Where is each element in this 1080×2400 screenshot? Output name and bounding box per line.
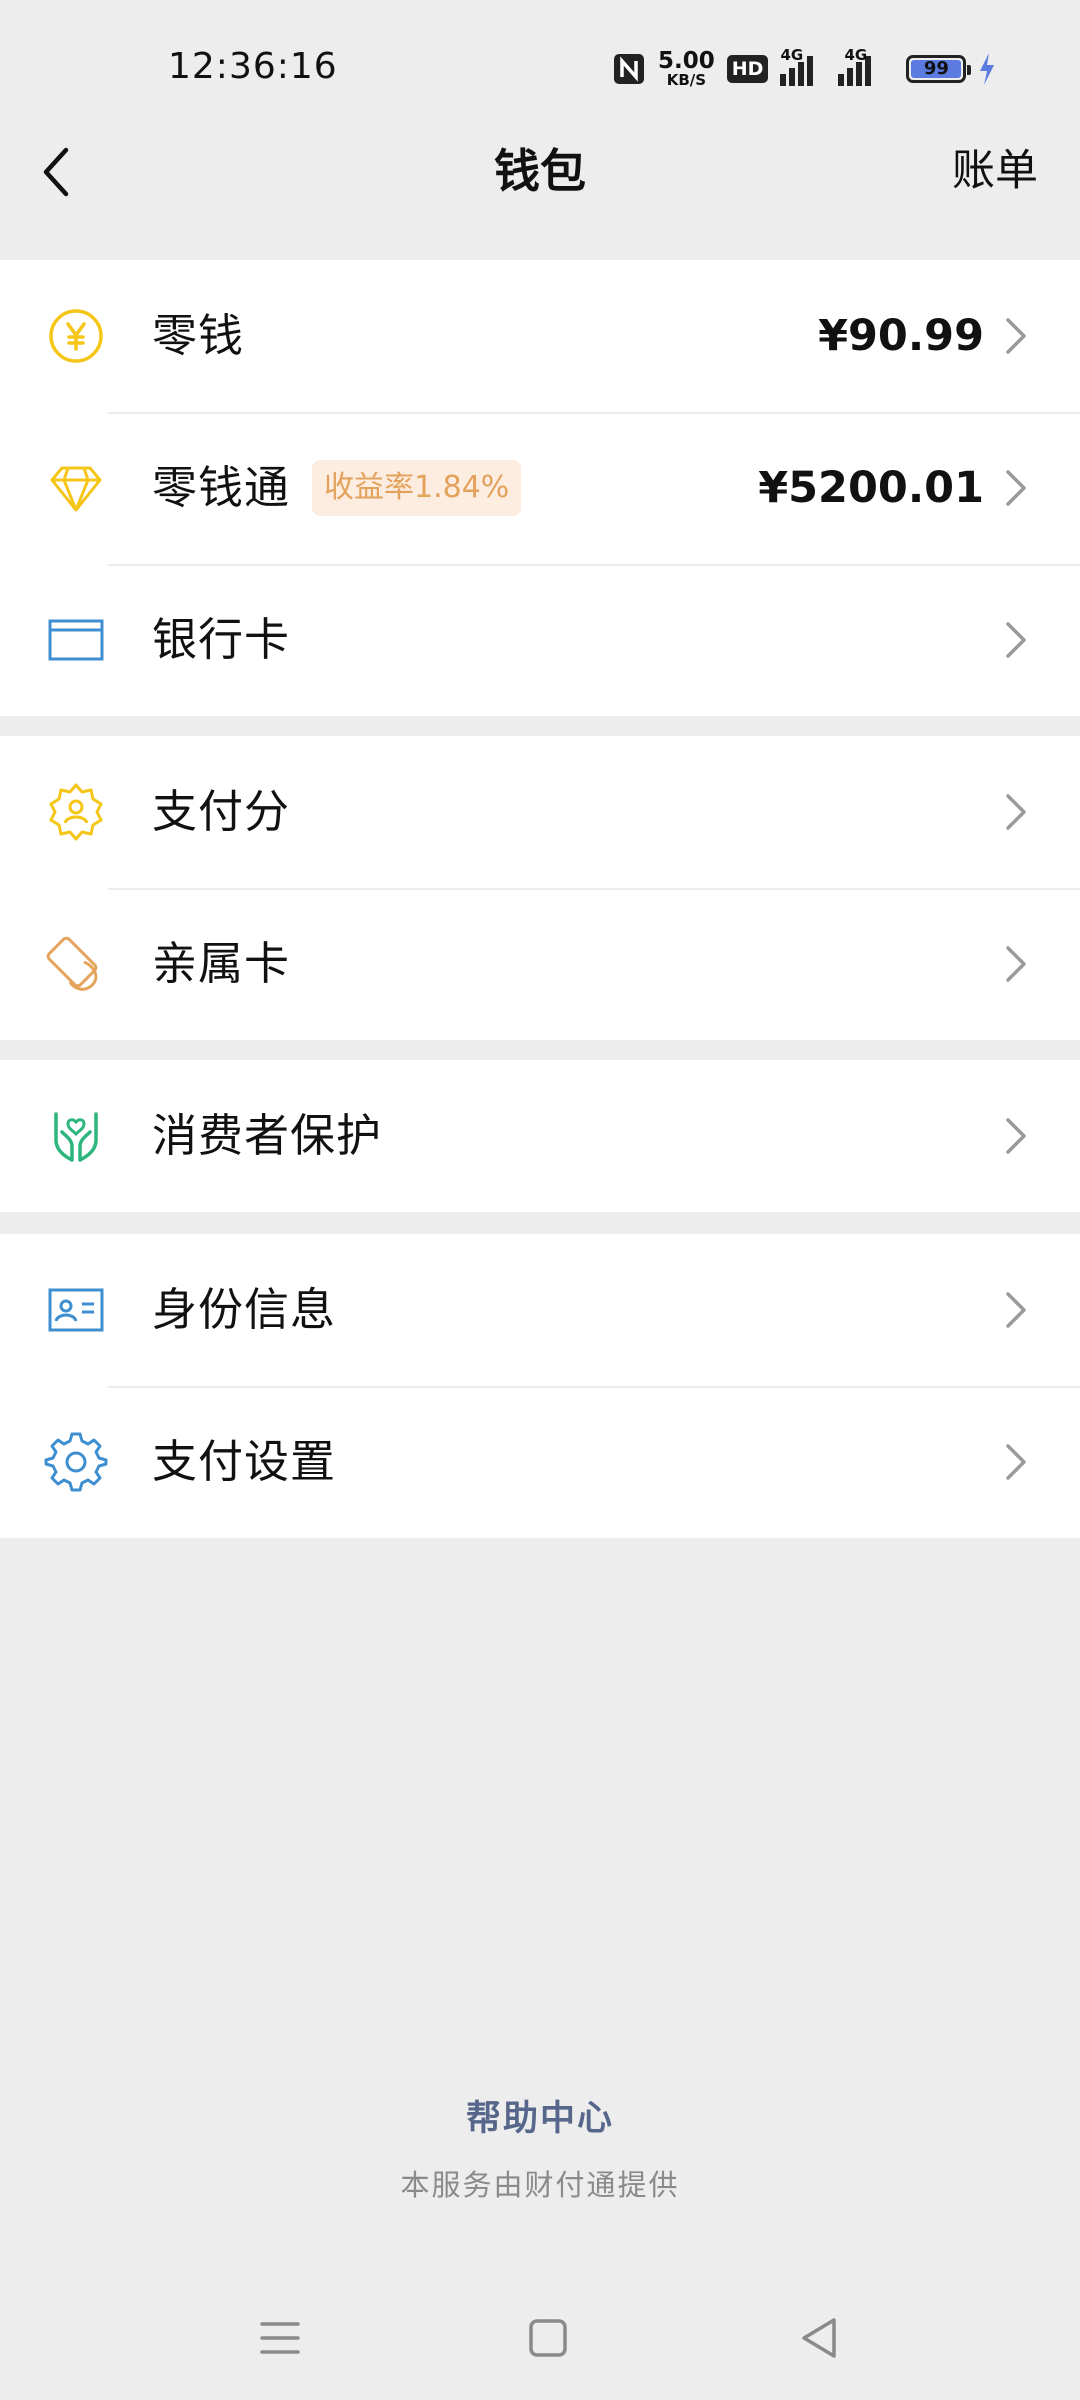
hd-badge: HD: [726, 55, 769, 83]
chevron-right-icon: [1006, 1118, 1026, 1154]
status-icons: 5.00 KB/S HD 4G 4G 99: [612, 44, 996, 94]
menu-icon[interactable]: [256, 2314, 304, 2362]
bill-button[interactable]: 账单: [952, 142, 1038, 200]
settings-group: 身份信息 支付设置: [0, 1234, 1080, 1538]
list-item-change[interactable]: 零钱 ¥90.99: [0, 260, 1080, 412]
chevron-right-icon: [1006, 794, 1026, 830]
list-item-family-card[interactable]: 亲属卡: [0, 888, 1080, 1040]
nfc-icon: [614, 54, 644, 84]
list-item-label: 支付设置: [152, 1435, 337, 1488]
status-time: 12:36:16: [168, 46, 338, 87]
battery-icon: 99: [906, 55, 972, 83]
bank-card-icon: [48, 619, 104, 661]
list-item-consumer-protection[interactable]: 消费者保护: [0, 1060, 1080, 1212]
chevron-right-icon: [1006, 470, 1026, 506]
balance-amount: ¥5200.01: [758, 463, 984, 513]
yield-rate-badge: 收益率1.84%: [312, 460, 522, 516]
list-item-label: 零钱: [152, 309, 245, 362]
protection-group: 消费者保护: [0, 1060, 1080, 1212]
help-center-link[interactable]: 帮助中心: [0, 2090, 1080, 2141]
family-card-icon: [46, 936, 98, 991]
status-bar: 12:36:16 5.00 KB/S HD 4G 4G 99: [0, 0, 1080, 140]
list-item-label: 身份信息: [152, 1283, 337, 1336]
chevron-right-icon: [1006, 622, 1026, 658]
chevron-right-icon: [1006, 1292, 1026, 1328]
id-card-icon: [48, 1288, 104, 1332]
credit-score-icon: [49, 783, 103, 841]
list-item-lqt[interactable]: 零钱通 收益率1.84% ¥5200.01: [0, 412, 1080, 564]
list-item-label: 支付分: [152, 785, 291, 838]
services-group: 支付分 亲属卡: [0, 736, 1080, 1040]
balance-amount: ¥90.99: [818, 311, 984, 361]
list-item-label: 银行卡: [152, 613, 291, 666]
chevron-right-icon: [1006, 1444, 1026, 1480]
charging-icon: [980, 53, 995, 85]
hands-protect-icon: [54, 1112, 98, 1162]
list-item-payment-settings[interactable]: 支付设置: [0, 1386, 1080, 1538]
chevron-right-icon: [1006, 946, 1026, 982]
network-speed: 5.00 KB/S: [658, 48, 715, 89]
signal-icon-1: 4G: [780, 46, 826, 86]
list-item-label: 零钱通: [152, 461, 291, 514]
diamond-icon: [50, 466, 102, 512]
list-item-label: 亲属卡: [152, 937, 291, 990]
provider-text: 本服务由财付通提供: [400, 2168, 680, 2202]
list-item-bank-card[interactable]: 银行卡: [0, 564, 1080, 716]
signal-icon-2: 4G: [838, 46, 894, 86]
chevron-right-icon: [1006, 318, 1026, 354]
list-item-label: 消费者保护: [152, 1109, 383, 1162]
wallet-group: 零钱 ¥90.99 零钱通 收益率1.84% ¥5200.01 银行卡: [0, 260, 1080, 716]
home-icon[interactable]: [524, 2314, 572, 2362]
list-item-identity[interactable]: 身份信息: [0, 1234, 1080, 1386]
page-title: 钱包: [494, 144, 586, 198]
yuan-coin-icon: [49, 309, 103, 363]
back-nav-icon[interactable]: [796, 2314, 844, 2362]
gear-icon: [44, 1432, 108, 1492]
list-item-payscore[interactable]: 支付分: [0, 736, 1080, 888]
